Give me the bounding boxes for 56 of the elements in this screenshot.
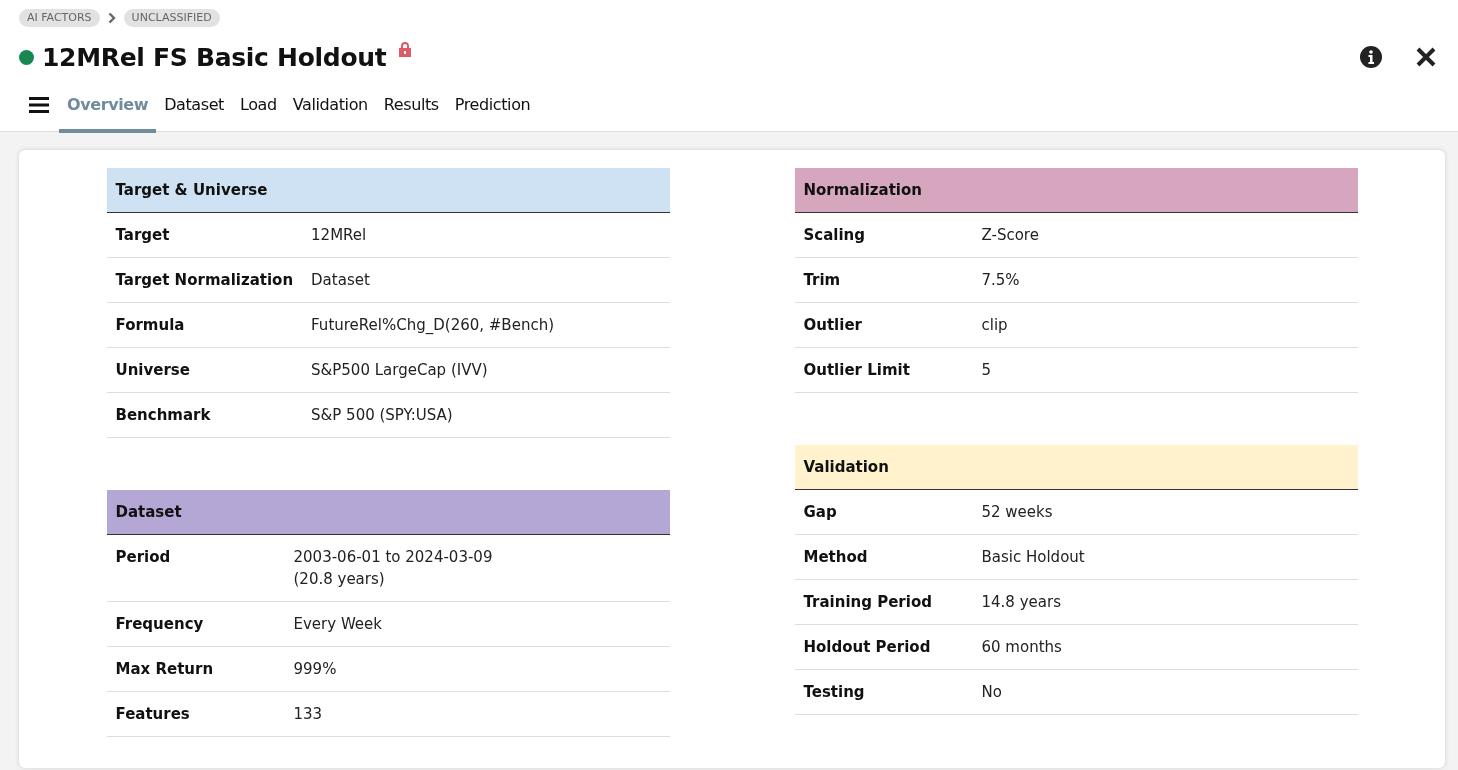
tab[interactable]: Results <box>375 81 447 133</box>
field-value: 133 <box>293 704 324 725</box>
field-value: Z-Score <box>981 225 1040 246</box>
tab[interactable]: Validation <box>284 81 376 133</box>
section-header: Target & Universe <box>106 168 670 213</box>
field-value: 7.5% <box>981 270 1021 291</box>
field-value: Dataset <box>311 270 371 291</box>
field-label: Frequency <box>106 601 285 647</box>
field-label: Holdout Period <box>794 624 973 670</box>
field-label: Testing <box>794 669 973 715</box>
info-icon[interactable] <box>1359 45 1383 69</box>
field-label: Max Return <box>106 646 285 692</box>
field-label: Outlier <box>794 302 973 348</box>
field-label: Target <box>106 212 303 258</box>
tab[interactable]: Dataset <box>156 81 232 133</box>
field-value: 14.8 years <box>981 592 1062 613</box>
field-value: FutureRel%Chg_D(260, #Bench) <box>311 315 555 336</box>
field-label: Formula <box>106 302 303 348</box>
section-header: Dataset <box>106 490 670 535</box>
field-note: (20.8 years) <box>293 569 386 590</box>
field-value: 52 weeks <box>981 502 1054 523</box>
tab[interactable]: Prediction <box>446 81 539 133</box>
field-value: Every Week <box>293 614 383 635</box>
tab[interactable]: Load <box>232 81 285 133</box>
chevron-icon <box>107 11 116 24</box>
field-label: Trim <box>794 257 973 303</box>
field-label: Method <box>794 534 973 580</box>
field-label: Training Period <box>794 579 973 625</box>
field-value: Basic Holdout <box>981 547 1086 568</box>
field-label: Benchmark <box>106 392 303 438</box>
field-value: No <box>981 682 1003 703</box>
tab[interactable]: Overview <box>59 81 157 133</box>
field-value: 2003-06-01 to 2024-03-09 <box>293 547 494 568</box>
status-dot-icon <box>19 49 34 65</box>
field-label: Scaling <box>794 212 973 258</box>
field-label: Universe <box>106 347 303 393</box>
field-value: 60 months <box>981 637 1063 658</box>
section-header: Normalization <box>794 168 1358 213</box>
field-label: Gap <box>794 489 973 535</box>
menu-icon[interactable] <box>29 97 49 113</box>
field-value: 5 <box>981 360 993 381</box>
field-value: 999% <box>293 659 338 680</box>
section-header: Validation <box>794 445 1358 490</box>
page-title: 12MRel FS Basic Holdout <box>42 42 387 72</box>
field-value: clip <box>981 315 1009 336</box>
field-value: S&P500 LargeCap (IVV) <box>311 360 489 381</box>
field-label: Period <box>106 534 285 602</box>
field-label: Outlier Limit <box>794 347 973 393</box>
lock-icon <box>398 41 413 57</box>
field-value: S&P 500 (SPY:USA) <box>311 405 454 426</box>
field-label: Features <box>106 691 285 737</box>
close-icon[interactable] <box>1415 46 1437 68</box>
field-label: Target Normalization <box>106 257 303 303</box>
breadcrumb-link[interactable]: AI FACTORS <box>19 8 100 27</box>
breadcrumb-link[interactable]: UNCLASSIFIED <box>123 8 220 27</box>
field-value: 12MRel <box>311 225 368 246</box>
